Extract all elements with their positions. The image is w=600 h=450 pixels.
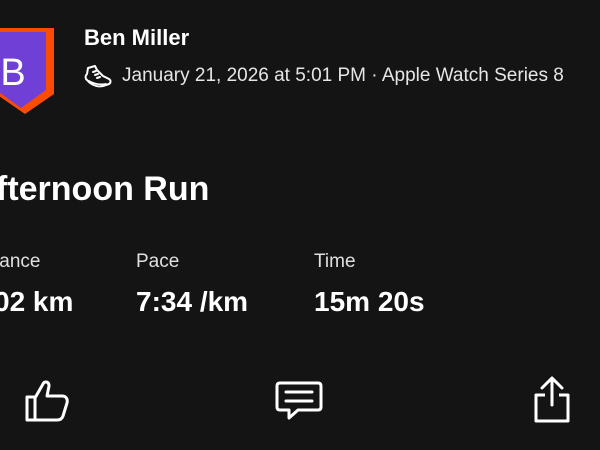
- athlete-name[interactable]: Ben Miller: [84, 25, 189, 51]
- stat-pace-value: 7:34 /km: [136, 286, 249, 317]
- avatar-initial: B: [0, 52, 26, 94]
- thumbs-up-icon: [25, 380, 69, 422]
- activity-date-device: January 21, 2026 at 5:01 PM · Apple Watc…: [122, 65, 564, 86]
- stat-pace-label: Pace: [136, 251, 180, 272]
- share-icon: [534, 376, 570, 423]
- stat-time-value: 15m 20s: [314, 286, 425, 317]
- comment-icon: [275, 381, 323, 420]
- comment-button[interactable]: [273, 374, 325, 426]
- activity-meta: January 21, 2026 at 5:01 PM · Apple Watc…: [82, 60, 564, 92]
- stat-pace: Pace 7:34 /km: [136, 250, 248, 318]
- stat-time-label: Time: [314, 251, 356, 272]
- share-button[interactable]: [526, 374, 578, 426]
- running-shoe-icon: [84, 65, 112, 88]
- activity-title[interactable]: fternoon Run: [0, 170, 209, 209]
- stat-distance: tance 02 km: [0, 250, 73, 318]
- stat-distance-value: 02 km: [0, 286, 74, 317]
- kudos-button[interactable]: [21, 374, 73, 426]
- avatar[interactable]: B: [0, 28, 54, 114]
- stat-distance-label: tance: [0, 251, 41, 272]
- stat-time: Time 15m 20s: [314, 250, 425, 318]
